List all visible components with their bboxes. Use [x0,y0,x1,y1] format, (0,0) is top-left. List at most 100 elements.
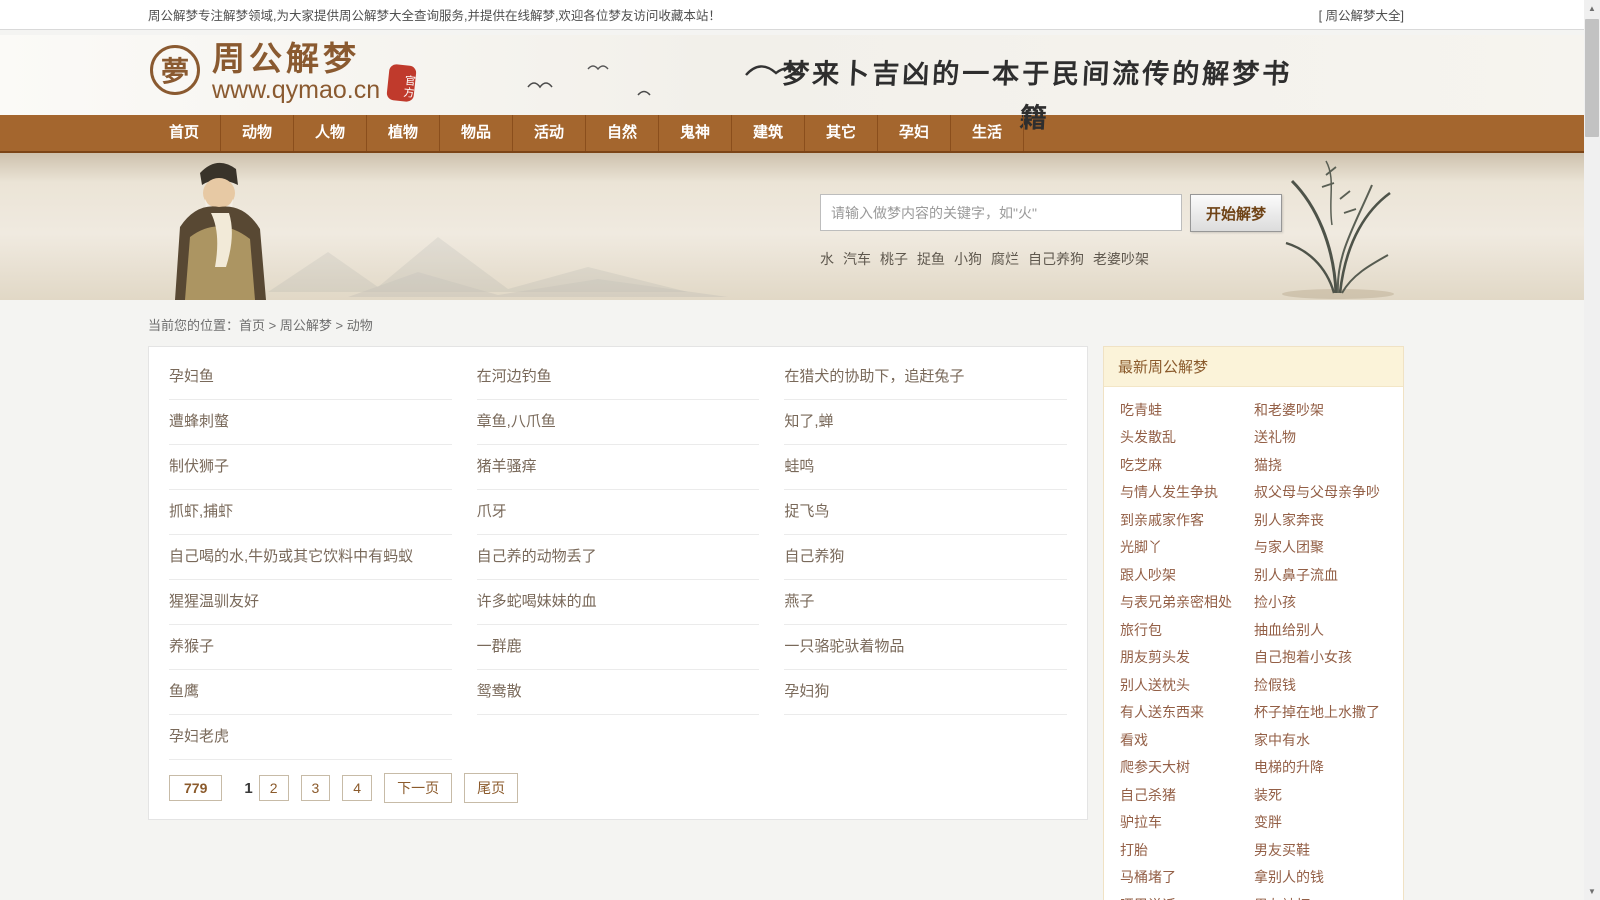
sidebar-dream-link[interactable]: 杯子掉在地上水撒了 [1254,702,1387,722]
nav-item[interactable]: 其它 [805,115,878,151]
dream-link[interactable]: 鸳鸯散 [476,670,760,715]
nav-item[interactable]: 动物 [221,115,294,151]
pagination-total[interactable]: 779 [169,775,223,801]
dream-link[interactable]: 知了,蝉 [784,400,1067,445]
hot-keyword-link[interactable]: 腐烂 [991,249,1019,269]
sidebar-dream-link[interactable]: 自己杀猪 [1120,785,1254,805]
nav-item[interactable]: 建筑 [732,115,805,151]
sidebar-dream-link[interactable]: 送礼物 [1254,427,1387,447]
sidebar-dream-link[interactable]: 抽血给别人 [1254,620,1387,640]
scrollbar[interactable]: ▲ ▼ [1584,0,1600,900]
dream-link[interactable]: 在猎犬的协助下，追赶兔子 [784,355,1067,400]
dream-link[interactable]: 自己养狗 [784,535,1067,580]
sidebar-dream-link[interactable]: 别人送枕头 [1120,675,1254,695]
nav-item[interactable]: 植物 [367,115,440,151]
dream-link[interactable]: 一只骆驼驮着物品 [784,625,1067,670]
sidebar-dream-link[interactable]: 哑巴说话 [1120,895,1254,900]
dream-link[interactable]: 章鱼,八爪鱼 [476,400,760,445]
pagination-page-button[interactable]: 2 [258,775,289,801]
pagination-last-button[interactable]: 尾页 [464,773,519,803]
sidebar-dream-link[interactable]: 家中有水 [1254,730,1387,750]
sidebar-dream-link[interactable]: 拿别人的钱 [1254,867,1387,887]
hot-keyword-link[interactable]: 汽车 [843,249,871,269]
dream-link[interactable]: 捉飞鸟 [784,490,1067,535]
dream-search-input[interactable] [820,194,1182,231]
dream-link[interactable]: 猪羊骚痒 [476,445,760,490]
sidebar-dream-link[interactable]: 跟人吵架 [1120,565,1254,585]
dream-link[interactable]: 遭蜂刺螫 [169,400,452,445]
sidebar-dream-link[interactable]: 变胖 [1254,812,1387,832]
sidebar-dream-link[interactable]: 和老婆吵架 [1254,400,1387,420]
sidebar-dream-link[interactable]: 到亲戚家作客 [1120,510,1254,530]
pagination-page-button[interactable]: 3 [300,775,331,801]
sidebar-dream-link[interactable]: 打胎 [1120,840,1254,860]
sidebar-dream-link[interactable]: 爬参天大树 [1120,757,1254,777]
sidebar-dream-link[interactable]: 马桶堵了 [1120,867,1254,887]
site-logo[interactable]: 夢 周公解梦 www.qymao.cn 官方 [150,39,417,103]
scroll-down-icon[interactable]: ▼ [1584,883,1600,900]
dream-link[interactable]: 燕子 [784,580,1067,625]
dream-link[interactable]: 孕妇鱼 [169,355,452,400]
pagination-next-button[interactable]: 下一页 [384,773,453,803]
sidebar-dream-link[interactable]: 有人送东西来 [1120,702,1254,722]
dream-link[interactable]: 爪牙 [476,490,760,535]
sidebar-dream-link[interactable]: 与表兄弟亲密相处 [1120,592,1254,612]
sidebar-dream-link[interactable]: 吃芝麻 [1120,455,1254,475]
sidebar-dream-link[interactable]: 吃青蛙 [1120,400,1254,420]
dream-link[interactable]: 蛙鸣 [784,445,1067,490]
dream-link[interactable]: 孕妇狗 [784,670,1067,715]
pagination-page-button[interactable]: 4 [342,775,373,801]
sidebar-dream-link[interactable]: 捡假钱 [1254,675,1387,695]
sidebar-dream-link[interactable]: 猫挠 [1254,455,1387,475]
sidebar-dream-link[interactable]: 旅行包 [1120,620,1254,640]
dream-link[interactable]: 在河边钓鱼 [476,355,760,400]
dream-link[interactable]: 许多蛇喝妹妹的血 [476,580,760,625]
sidebar-dream-link[interactable]: 头发散乱 [1120,427,1254,447]
nav-item[interactable]: 生活 [951,115,1024,151]
hot-keyword-link[interactable]: 桃子 [880,249,908,269]
dream-link[interactable]: 抓虾,捕虾 [169,490,452,535]
nav-item[interactable]: 人物 [294,115,367,151]
sidebar-dream-link[interactable]: 别人家奔丧 [1254,510,1387,530]
sidebar-dream-link[interactable]: 自己抱着小女孩 [1254,647,1387,667]
sidebar-dream-link[interactable]: 别人鼻子流血 [1254,565,1387,585]
nav-item[interactable]: 物品 [440,115,513,151]
hot-keyword-link[interactable]: 捉鱼 [917,249,945,269]
sidebar-dream-link[interactable]: 男友买鞋 [1254,840,1387,860]
dream-link[interactable]: 制伏狮子 [169,445,452,490]
site-bookmark-link[interactable]: [ 周公解梦大全] [1319,5,1404,24]
dream-link[interactable]: 一群鹿 [476,625,760,670]
hot-keyword-link[interactable]: 老婆吵架 [1093,249,1149,269]
sidebar-dream-link[interactable]: 驴拉车 [1120,812,1254,832]
nav-item[interactable]: 孕妇 [878,115,951,151]
scroll-up-icon[interactable]: ▲ [1584,0,1600,17]
dream-link[interactable]: 孕妇老虎 [169,715,452,760]
sidebar-dream-link[interactable]: 捡小孩 [1254,592,1387,612]
hot-keyword-link[interactable]: 水 [820,249,834,269]
breadcrumb-link[interactable]: 动物 [332,318,373,333]
hot-keyword-link[interactable]: 小狗 [954,249,982,269]
sidebar-dream-link[interactable]: 男友被打 [1254,895,1387,900]
dream-link[interactable]: 猩猩温驯友好 [169,580,452,625]
nav-item[interactable]: 自然 [586,115,659,151]
dream-link[interactable]: 自己喝的水,牛奶或其它饮料中有蚂蚁 [169,535,452,580]
sidebar-dream-link[interactable]: 与家人团聚 [1254,537,1387,557]
breadcrumb-link[interactable]: 首页 [239,318,265,333]
sidebar-dream-link[interactable]: 朋友剪头发 [1120,647,1254,667]
dream-link[interactable]: 自己养的动物丢了 [476,535,760,580]
nav-item[interactable]: 鬼神 [659,115,732,151]
sidebar-dream-link[interactable]: 装死 [1254,785,1387,805]
start-interpret-button[interactable]: 开始解梦 [1190,194,1282,232]
sidebar-dream-link[interactable]: 电梯的升降 [1254,757,1387,777]
sidebar-dream-link[interactable]: 光脚丫 [1120,537,1254,557]
dream-link[interactable]: 养猴子 [169,625,452,670]
sidebar-dream-link[interactable]: 与情人发生争执 [1120,482,1254,502]
breadcrumb-link[interactable]: 周公解梦 [265,318,332,333]
dream-link[interactable]: 鱼鹰 [169,670,452,715]
hot-keyword-link[interactable]: 自己养狗 [1028,249,1084,269]
nav-item[interactable]: 首页 [148,115,221,151]
sidebar-dream-link[interactable]: 看戏 [1120,730,1254,750]
scrollbar-thumb[interactable] [1585,19,1599,137]
sidebar-dream-link[interactable]: 叔父母与父母亲争吵 [1254,482,1387,502]
nav-item[interactable]: 活动 [513,115,586,151]
